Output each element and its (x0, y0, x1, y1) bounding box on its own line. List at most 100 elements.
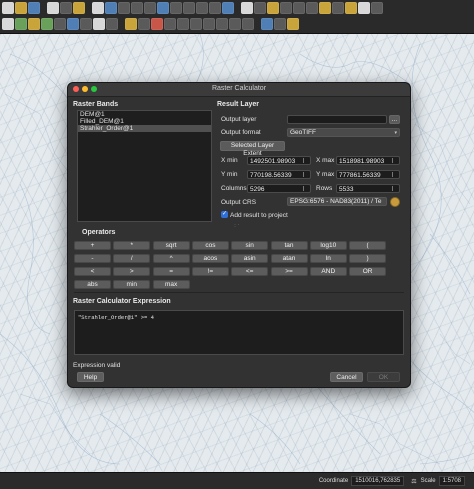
operator-button[interactable]: sin (231, 241, 269, 250)
output-format-select[interactable]: GeoTIFF ▾ (287, 128, 400, 137)
output-layer-input[interactable] (287, 115, 387, 124)
operator-button[interactable]: ) (349, 254, 387, 263)
pan-map-icon[interactable] (92, 2, 104, 14)
print-layout-icon[interactable] (47, 2, 59, 14)
attribute-table-icon[interactable] (280, 2, 292, 14)
cancel-button[interactable]: Cancel (330, 372, 363, 382)
vertex-tool-icon[interactable] (164, 18, 176, 30)
operator-button[interactable]: >= (270, 267, 308, 276)
new-geopackage-icon[interactable] (106, 18, 118, 30)
xmin-spinbox[interactable]: 1492501.98903 (247, 156, 311, 165)
output-crs-select[interactable]: EPSG:6576 - NAD83(2011) / Te (287, 197, 387, 206)
new-bookmark-icon[interactable] (358, 2, 370, 14)
operator-button[interactable]: sqrt (152, 241, 190, 250)
pan-to-selection-icon[interactable] (105, 2, 117, 14)
new-project-icon[interactable] (2, 2, 14, 14)
statistics-icon[interactable] (306, 2, 318, 14)
operator-button[interactable]: asin (231, 254, 269, 263)
crs-selector-globe-icon[interactable] (390, 197, 400, 207)
operator-button[interactable]: atan (270, 254, 308, 263)
rows-spinbox[interactable]: 5533 (336, 184, 400, 193)
operator-button[interactable]: abs (74, 280, 111, 289)
operator-button[interactable]: AND (309, 267, 347, 276)
save-project-icon[interactable] (28, 2, 40, 14)
plugin-icon[interactable] (287, 18, 299, 30)
add-wms-layer-icon[interactable] (67, 18, 79, 30)
operator-button[interactable]: - (74, 254, 111, 263)
refresh-icon[interactable] (222, 2, 234, 14)
paste-features-icon[interactable] (216, 18, 228, 30)
digitize-icon[interactable] (151, 18, 163, 30)
zoom-full-icon[interactable] (157, 2, 169, 14)
cut-features-icon[interactable] (190, 18, 202, 30)
layout-manager-icon[interactable] (60, 2, 72, 14)
operator-button[interactable]: / (113, 254, 151, 263)
zoom-in-icon[interactable] (118, 2, 130, 14)
add-vector-layer-icon[interactable] (15, 18, 27, 30)
undo-icon[interactable] (229, 18, 241, 30)
raster-bands-list[interactable]: DEM@1 Filled_DEM@1 Strahler_Order@1 (77, 110, 212, 222)
operator-button[interactable]: min (113, 280, 151, 289)
data-source-manager-icon[interactable] (2, 18, 14, 30)
map-tips-icon[interactable] (345, 2, 357, 14)
zoom-native-icon[interactable] (196, 2, 208, 14)
zoom-rubber-band-icon[interactable] (144, 2, 156, 14)
measure-icon[interactable] (319, 2, 331, 14)
operator-button[interactable]: ^ (152, 254, 190, 263)
new-shapefile-icon[interactable] (93, 18, 105, 30)
operator-button[interactable]: max (152, 280, 190, 289)
toggle-editing-icon[interactable] (125, 18, 137, 30)
add-raster-layer-icon[interactable] (28, 18, 40, 30)
operator-button[interactable]: log10 (309, 241, 347, 250)
add-csv-layer-icon[interactable] (41, 18, 53, 30)
operator-button[interactable]: * (113, 241, 151, 250)
help-button[interactable]: Help (77, 372, 104, 382)
expression-editor[interactable]: "Strahler_Order@1" >= 4 (74, 310, 404, 355)
action-icon[interactable] (254, 2, 266, 14)
selected-layer-extent-button[interactable]: Selected Layer Extent (220, 141, 285, 157)
redo-icon[interactable] (242, 18, 254, 30)
show-bookmarks-icon[interactable] (371, 2, 383, 14)
operator-button[interactable]: ln (309, 254, 347, 263)
identify-icon[interactable] (241, 2, 253, 14)
select-features-icon[interactable] (267, 2, 279, 14)
zoom-out-icon[interactable] (131, 2, 143, 14)
band-item[interactable]: DEM@1 (78, 111, 211, 118)
operator-button[interactable]: OR (349, 267, 387, 276)
operator-button[interactable]: tan (270, 241, 308, 250)
band-item[interactable]: Filled_DEM@1 (78, 118, 211, 125)
zoom-selection-icon[interactable] (170, 2, 182, 14)
operator-button[interactable]: != (191, 267, 229, 276)
scale-field[interactable]: 1:5708 (438, 476, 465, 486)
field-calculator-icon[interactable] (293, 2, 305, 14)
style-manager-icon[interactable] (73, 2, 85, 14)
add-wcs-layer-icon[interactable] (80, 18, 92, 30)
xmax-spinbox[interactable]: 1518981.98903 (336, 156, 400, 165)
operator-button[interactable]: cos (191, 241, 229, 250)
processing-toolbox-icon[interactable] (274, 18, 286, 30)
operator-button[interactable]: acos (191, 254, 229, 263)
zoom-layer-icon[interactable] (183, 2, 195, 14)
add-mesh-layer-icon[interactable] (54, 18, 66, 30)
operator-button[interactable]: <= (231, 267, 269, 276)
zoom-last-icon[interactable] (209, 2, 221, 14)
coordinate-field[interactable]: 1510016,762835 (351, 476, 405, 486)
splitter-handle[interactable]: · · · (234, 222, 242, 230)
operator-button[interactable]: > (113, 267, 151, 276)
columns-spinbox[interactable]: 5296 (247, 184, 311, 193)
delete-selected-icon[interactable] (177, 18, 189, 30)
band-item-selected[interactable]: Strahler_Order@1 (78, 125, 211, 132)
python-console-icon[interactable] (261, 18, 273, 30)
operator-button[interactable]: < (74, 267, 111, 276)
open-project-icon[interactable] (15, 2, 27, 14)
ymax-spinbox[interactable]: 777861.56339 (336, 170, 400, 179)
copy-features-icon[interactable] (203, 18, 215, 30)
annotation-icon[interactable] (332, 2, 344, 14)
ok-button[interactable]: OK (367, 372, 400, 382)
operator-button[interactable]: ( (349, 241, 387, 250)
operator-button[interactable]: = (152, 267, 190, 276)
browse-output-button[interactable]: ... (389, 115, 400, 124)
operator-button[interactable]: + (74, 241, 111, 250)
save-edits-icon[interactable] (138, 18, 150, 30)
add-to-project-checkbox[interactable]: ✓ (221, 211, 228, 218)
